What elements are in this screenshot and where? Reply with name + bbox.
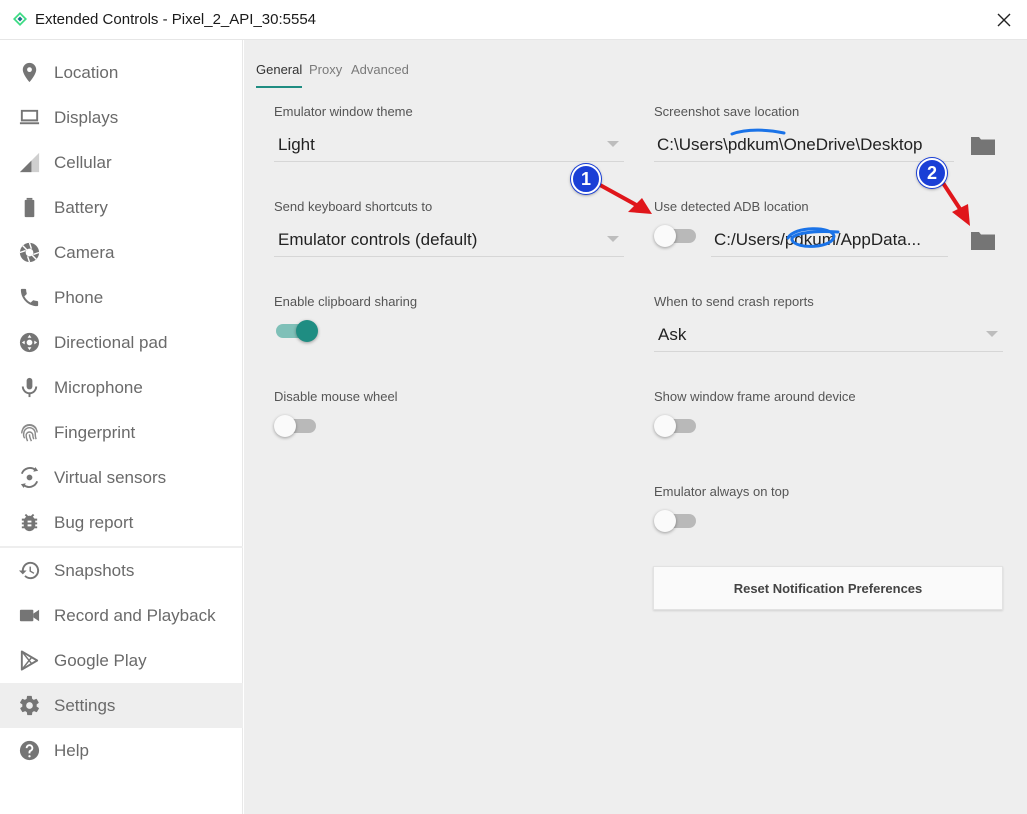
battery-icon	[24, 197, 35, 218]
tab-proxy[interactable]: Proxy	[309, 62, 342, 88]
adb-toggle[interactable]	[654, 224, 698, 248]
sidebar-item-help[interactable]: Help	[0, 728, 243, 773]
clipboard-toggle[interactable]	[274, 319, 318, 343]
help-circle-icon	[19, 740, 40, 761]
microphone-icon	[21, 377, 38, 398]
play-store-icon	[20, 650, 39, 671]
sidebar-item-label: Location	[54, 63, 119, 82]
window-frame-toggle[interactable]	[654, 414, 698, 438]
bug-icon	[21, 513, 38, 532]
sidebar-item-google-play[interactable]: Google Play	[0, 638, 243, 683]
toggle-knob	[296, 320, 318, 342]
adb-path-field[interactable]: C:/Users/pdkum/AppData...	[711, 221, 948, 257]
toggle-knob	[654, 510, 676, 532]
shortcuts-label: Send keyboard shortcuts to	[274, 199, 433, 214]
theme-select[interactable]: Light	[274, 126, 624, 162]
dpad-icon	[19, 332, 40, 353]
phone-icon	[20, 288, 39, 307]
sidebar-item-label: Google Play	[54, 651, 147, 670]
annotation-badge-1: 1	[571, 164, 601, 194]
sidebar-item-label: Help	[54, 741, 89, 760]
shortcuts-value: Emulator controls (default)	[278, 230, 478, 249]
sidebar-item-label: Virtual sensors	[54, 468, 167, 487]
folder-icon[interactable]	[970, 134, 996, 156]
sidebar-item-camera[interactable]: Camera	[0, 230, 243, 275]
adb-path-value: C:/Users/pdkum/AppData...	[714, 230, 921, 249]
app-icon	[13, 12, 27, 26]
tab-general[interactable]: General	[256, 62, 303, 88]
toggle-knob	[654, 415, 676, 437]
sidebar-item-label: Directional pad	[54, 333, 168, 352]
folder-icon[interactable]	[970, 229, 996, 251]
sidebar: Location Displays Cellular Battery Camer…	[0, 40, 243, 814]
mouse-wheel-toggle[interactable]	[274, 414, 318, 438]
chevron-down-icon	[607, 141, 619, 147]
always-on-top-label: Emulator always on top	[654, 484, 790, 499]
sidebar-item-battery[interactable]: Battery	[0, 185, 243, 230]
theme-label: Emulator window theme	[274, 104, 413, 119]
sidebar-item-displays[interactable]: Displays	[0, 95, 243, 140]
screenshot-path-field[interactable]: C:\Users\pdkum\OneDrive\Desktop	[654, 126, 954, 162]
tab-advanced[interactable]: Advanced	[351, 62, 409, 88]
crash-select[interactable]: Ask	[654, 316, 1003, 352]
always-on-top-toggle[interactable]	[654, 509, 698, 533]
shortcuts-select[interactable]: Emulator controls (default)	[274, 221, 624, 257]
close-button[interactable]	[986, 4, 1022, 36]
sidebar-item-label: Bug report	[54, 513, 134, 532]
sidebar-item-label: Snapshots	[54, 561, 135, 580]
sidebar-item-microphone[interactable]: Microphone	[0, 365, 243, 410]
laptop-icon	[19, 109, 40, 125]
screenshot-label: Screenshot save location	[654, 104, 800, 119]
camera-aperture-icon	[19, 242, 40, 263]
sidebar-item-label: Camera	[54, 243, 115, 262]
settings-panel: General Proxy Advanced Emulator window t…	[244, 40, 1027, 814]
sidebar-item-label: Microphone	[54, 378, 143, 397]
close-icon	[997, 13, 1011, 27]
theme-value: Light	[278, 135, 315, 154]
toggle-knob	[654, 225, 676, 247]
toggle-knob	[274, 415, 296, 437]
location-pin-icon	[22, 62, 37, 83]
sidebar-item-label: Settings	[54, 696, 116, 715]
crash-value: Ask	[658, 325, 687, 344]
reset-notification-preferences-button[interactable]: Reset Notification Preferences	[653, 566, 1003, 610]
sidebar-item-location[interactable]: Location	[0, 50, 243, 95]
history-icon	[18, 561, 40, 580]
sidebar-item-virtual-sensors[interactable]: Virtual sensors	[0, 455, 243, 500]
sidebar-item-label: Phone	[54, 288, 104, 307]
sidebar-item-label: Cellular	[54, 153, 112, 172]
video-camera-icon	[19, 609, 40, 622]
sidebar-item-settings[interactable]: Settings	[0, 683, 243, 728]
screenshot-path-value: C:\Users\pdkum\OneDrive\Desktop	[657, 135, 923, 154]
sidebar-item-directional-pad[interactable]: Directional pad	[0, 320, 243, 365]
sidebar-item-record-and-playback[interactable]: Record and Playback	[0, 593, 243, 638]
crash-label: When to send crash reports	[654, 294, 814, 309]
window-title: Extended Controls - Pixel_2_API_30:5554	[35, 11, 317, 28]
rotate-sensor-icon	[20, 466, 39, 489]
sidebar-item-label: Fingerprint	[54, 423, 136, 442]
sidebar-item-label: Displays	[54, 108, 119, 127]
sidebar-item-snapshots[interactable]: Snapshots	[0, 548, 243, 593]
annotation-badge-2: 2	[917, 158, 947, 188]
clipboard-label: Enable clipboard sharing	[274, 294, 418, 309]
chevron-down-icon	[607, 236, 619, 242]
chevron-down-icon	[986, 331, 998, 337]
sidebar-item-phone[interactable]: Phone	[0, 275, 243, 320]
sidebar-item-label: Battery	[54, 198, 108, 217]
title-bar: Extended Controls - Pixel_2_API_30:5554	[0, 0, 1027, 40]
signal-icon	[19, 152, 40, 173]
sidebar-item-cellular[interactable]: Cellular	[0, 140, 243, 185]
mouse-wheel-label: Disable mouse wheel	[274, 389, 398, 404]
adb-label: Use detected ADB location	[654, 199, 809, 214]
window-frame-label: Show window frame around device	[654, 389, 856, 404]
sidebar-item-label: Record and Playback	[54, 606, 216, 625]
sidebar-item-fingerprint[interactable]: Fingerprint	[0, 410, 243, 455]
gear-icon	[20, 695, 39, 716]
fingerprint-icon	[21, 423, 38, 442]
sidebar-item-bug-report[interactable]: Bug report	[0, 500, 243, 545]
